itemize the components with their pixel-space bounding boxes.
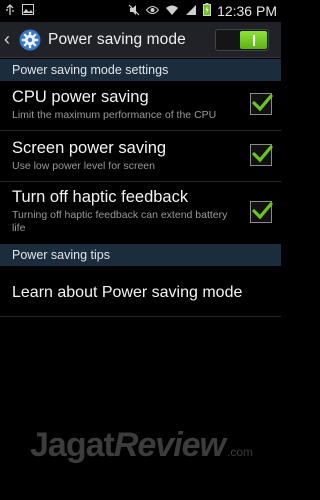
- setting-title: CPU power saving: [12, 88, 149, 106]
- usb-icon: [4, 3, 16, 19]
- watermark-part2: Review: [113, 426, 226, 464]
- eye-icon: [145, 5, 160, 18]
- cpu-power-saving-checkbox[interactable]: [250, 93, 273, 115]
- setting-summary: Limit the maximum performance of the CPU: [12, 109, 217, 121]
- switch-thumb: [240, 31, 267, 49]
- checkmark-icon: [252, 145, 273, 163]
- checkmark-icon: [252, 202, 273, 220]
- setting-row-haptic-feedback[interactable]: Turn off haptic feedback Turning off hap…: [0, 187, 281, 235]
- divider: [0, 316, 281, 317]
- wifi-icon: [165, 4, 179, 19]
- setting-title: Turn off haptic feedback: [12, 188, 189, 206]
- watermark-logo: Jagat Review .com: [30, 426, 260, 468]
- setting-row-cpu-power-saving[interactable]: CPU power saving Limit the maximum perfo…: [0, 87, 281, 122]
- back-chevron-icon[interactable]: ‹: [4, 29, 16, 50]
- watermark-part3: .com: [227, 445, 254, 459]
- signal-icon: [185, 4, 197, 19]
- divider: [0, 181, 281, 182]
- power-saving-master-switch[interactable]: [215, 29, 269, 51]
- clock: 12:36 PM: [217, 3, 277, 19]
- setting-summary: Turning off haptic feedback can extend b…: [12, 209, 228, 234]
- learn-about-power-saving-item[interactable]: Learn about Power saving mode: [0, 270, 281, 316]
- mute-icon: [128, 4, 140, 19]
- setting-row-screen-power-saving[interactable]: Screen power saving Use low power level …: [0, 138, 281, 173]
- watermark-part1: Jagat: [30, 426, 115, 464]
- section-header-settings: Power saving mode settings: [0, 59, 281, 81]
- action-bar: ‹ Power saving mode: [0, 22, 281, 58]
- setting-summary: Use low power level for screen: [12, 160, 155, 172]
- battery-icon: [203, 3, 212, 19]
- settings-gear-icon[interactable]: [18, 28, 42, 52]
- setting-title: Screen power saving: [12, 139, 167, 157]
- status-right: 12:36 PM: [128, 3, 277, 19]
- status-bar: 12:36 PM: [0, 0, 281, 22]
- divider: [0, 130, 281, 131]
- section-header-tips: Power saving tips: [0, 244, 281, 266]
- status-left: [4, 3, 34, 19]
- haptic-feedback-checkbox[interactable]: [250, 201, 273, 223]
- checkmark-icon: [252, 94, 273, 112]
- page-title: Power saving mode: [48, 30, 186, 48]
- image-icon: [22, 4, 34, 18]
- screen-power-saving-checkbox[interactable]: [250, 144, 273, 166]
